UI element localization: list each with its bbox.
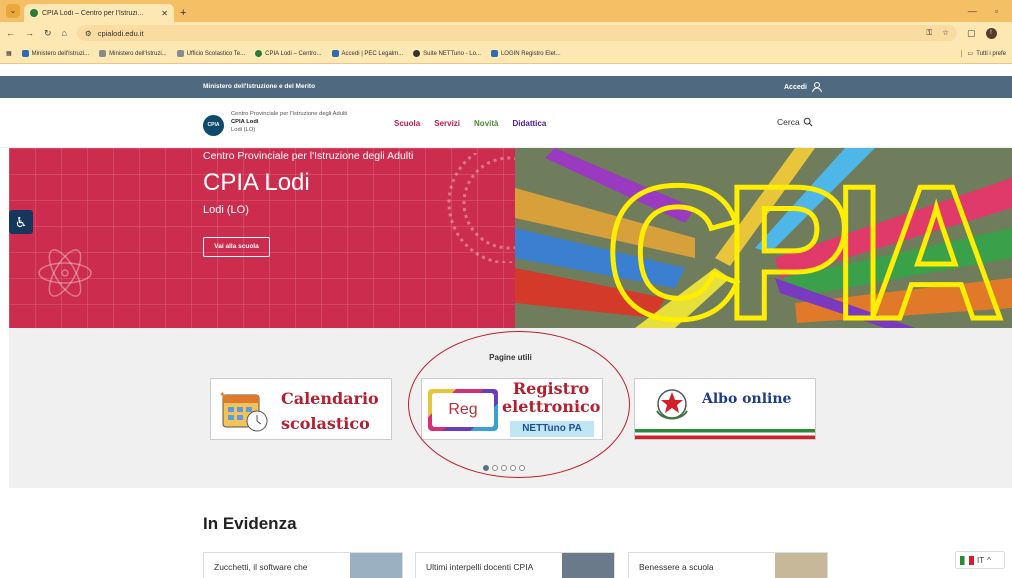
site-favicon-icon	[30, 9, 38, 17]
news-thumbnail	[350, 553, 402, 578]
nav-scuola[interactable]: Scuola	[394, 119, 420, 128]
tab-title: CPIA Lodi – Centro per l'Istruzi...	[42, 9, 144, 17]
brand-block[interactable]: Centro Provinciale per l'Istruzione degl…	[231, 110, 347, 134]
window-controls: — ▫	[968, 6, 1012, 22]
nav-didattica[interactable]: Didattica	[512, 119, 546, 128]
page-spacer	[0, 64, 1012, 76]
hero-subtitle: Centro Provinciale per l'Istruzione degl…	[203, 150, 414, 162]
news-thumbnail	[775, 553, 827, 578]
news-card[interactable]: Benessere a scuola	[628, 552, 828, 578]
pencils-image: CPIA	[515, 148, 1012, 328]
bookmark-item[interactable]: LOGIN Registro Elet...	[490, 50, 561, 57]
language-code: IT	[977, 555, 985, 565]
accessibility-icon[interactable]: ♿	[9, 210, 33, 234]
hero-text-panel: Centro Provinciale per l'Istruzione degl…	[9, 148, 515, 328]
search-label: Cerca	[777, 117, 800, 127]
bookmark-item[interactable]: Accedi | PEC Legalm...	[331, 50, 403, 57]
ministry-bar: Ministero dell'Istruzione e del Merito A…	[0, 76, 1012, 98]
ministry-link[interactable]: Ministero dell'Istruzione e del Merito	[203, 83, 315, 90]
browser-tab[interactable]: CPIA Lodi – Centro per l'Istruzi... ✕	[24, 4, 174, 22]
site-header: CPIA Centro Provinciale per l'Istruzione…	[0, 98, 1012, 148]
highlight-circle-annotation	[408, 331, 630, 478]
bookmark-star-icon[interactable]: ☆	[942, 28, 949, 38]
nav-novita[interactable]: Novità	[474, 119, 498, 128]
key-icon[interactable]: ⚿	[927, 28, 933, 38]
reload-icon[interactable]: ↻	[44, 28, 52, 39]
forward-icon[interactable]: →	[25, 28, 34, 38]
atom-icon	[38, 249, 92, 297]
new-tab-icon[interactable]: +	[180, 7, 186, 19]
main-nav: Scuola Servizi Novità Didattica	[394, 119, 546, 128]
chevron-up-icon: ^	[987, 555, 991, 565]
site-info-icon[interactable]: ⚙	[85, 29, 92, 38]
home-icon[interactable]: ⌂	[62, 28, 67, 38]
minimize-icon[interactable]: —	[968, 6, 977, 16]
dashed-circle-decoration	[447, 153, 515, 263]
news-card-title: Zucchetti, il software che	[214, 562, 308, 572]
brand-location: Lodi (LO)	[231, 127, 256, 133]
calendar-card-label: Calendario scolastico	[281, 389, 379, 433]
nav-servizi[interactable]: Servizi	[434, 119, 460, 128]
bookmarks-bar: ▦ Ministero dell'Istruzi... Ministero de…	[0, 44, 1012, 64]
news-card[interactable]: Zucchetti, il software che	[203, 552, 403, 578]
login-label: Accedi	[784, 83, 807, 91]
bookmark-item[interactable]: Suite NETTuno - Lo...	[413, 50, 481, 57]
brand-name: CPIA Lodi	[231, 119, 259, 125]
svg-text:✦: ✦	[219, 390, 226, 399]
all-bookmarks-folder[interactable]: ▭ Tutti i prefe	[960, 50, 1006, 57]
hero-banner: Centro Provinciale per l'Istruzione degl…	[9, 148, 1012, 328]
albo-online-card[interactable]: Albo online	[634, 378, 816, 440]
restore-icon[interactable]: ▫	[995, 6, 998, 16]
language-selector[interactable]: IT ^	[955, 551, 1005, 569]
url-text: cpialodi.edu.it	[97, 28, 144, 38]
albo-card-label: Albo online	[702, 391, 792, 407]
address-bar[interactable]: ⚙ cpialodi.edu.it ⚿ ☆	[76, 25, 957, 41]
login-button[interactable]: Accedi	[784, 81, 823, 93]
cpia-logo[interactable]: CPIA	[203, 115, 224, 136]
hero-title: CPIA Lodi	[203, 169, 310, 196]
tab-search-icon[interactable]: ⌄	[6, 4, 20, 18]
cpia-image-text: CPIA	[605, 148, 1001, 328]
news-card[interactable]: Ultimi interpelli docenti CPIA	[415, 552, 615, 578]
apps-icon[interactable]: ▦	[6, 50, 12, 57]
calendar-card[interactable]: ✦ Calendario scolastico	[210, 378, 392, 440]
news-card-title: Ultimi interpelli docenti CPIA	[426, 562, 534, 572]
go-to-school-button[interactable]: Vai alla scuola	[203, 237, 270, 257]
bookmark-favicon-icon	[331, 50, 339, 57]
italian-emblem-icon	[656, 389, 688, 420]
search-icon	[803, 117, 813, 127]
bookmark-favicon-icon	[176, 50, 184, 57]
extensions-icon[interactable]: ▢	[967, 28, 976, 39]
in-evidenza-title: In Evidenza	[203, 514, 297, 533]
calendar-icon: ✦	[219, 390, 268, 432]
bookmark-favicon-icon	[490, 50, 498, 57]
brand-fullname: Centro Provinciale per l'Istruzione degl…	[231, 111, 348, 117]
bookmark-item[interactable]: Ufficio Scolastico Te...	[176, 50, 245, 57]
hero-location: Lodi (LO)	[203, 204, 249, 216]
bookmark-favicon-icon	[413, 50, 421, 57]
italian-flag-icon	[960, 555, 974, 565]
back-icon[interactable]: ←	[6, 28, 15, 38]
user-icon	[811, 82, 822, 93]
hero-image: CPIA	[515, 148, 1012, 328]
browser-tab-strip: ⌄ CPIA Lodi – Centro per l'Istruzi... ✕ …	[0, 0, 1012, 22]
italian-flag-stripe	[635, 429, 815, 439]
news-card-title: Benessere a scuola	[639, 562, 714, 572]
bookmark-item[interactable]: CPIA Lodi – Centro...	[255, 50, 322, 57]
close-tab-icon[interactable]: ✕	[161, 9, 168, 18]
search-button[interactable]: Cerca	[777, 117, 813, 127]
bookmark-favicon-icon	[255, 50, 263, 57]
news-thumbnail	[562, 553, 614, 578]
bookmark-favicon-icon	[21, 50, 29, 57]
bookmark-item[interactable]: Ministero dell'Istruzi...	[21, 50, 89, 57]
bookmark-favicon-icon	[99, 50, 107, 57]
profile-avatar[interactable]: !	[985, 27, 997, 39]
address-bar-row: ← → ↻ ⌂ ⚙ cpialodi.edu.it ⚿ ☆ ▢ !	[0, 22, 1012, 44]
bookmark-item[interactable]: Ministero dell'Istruzi...	[99, 50, 167, 57]
folder-icon: ▭	[967, 51, 974, 57]
